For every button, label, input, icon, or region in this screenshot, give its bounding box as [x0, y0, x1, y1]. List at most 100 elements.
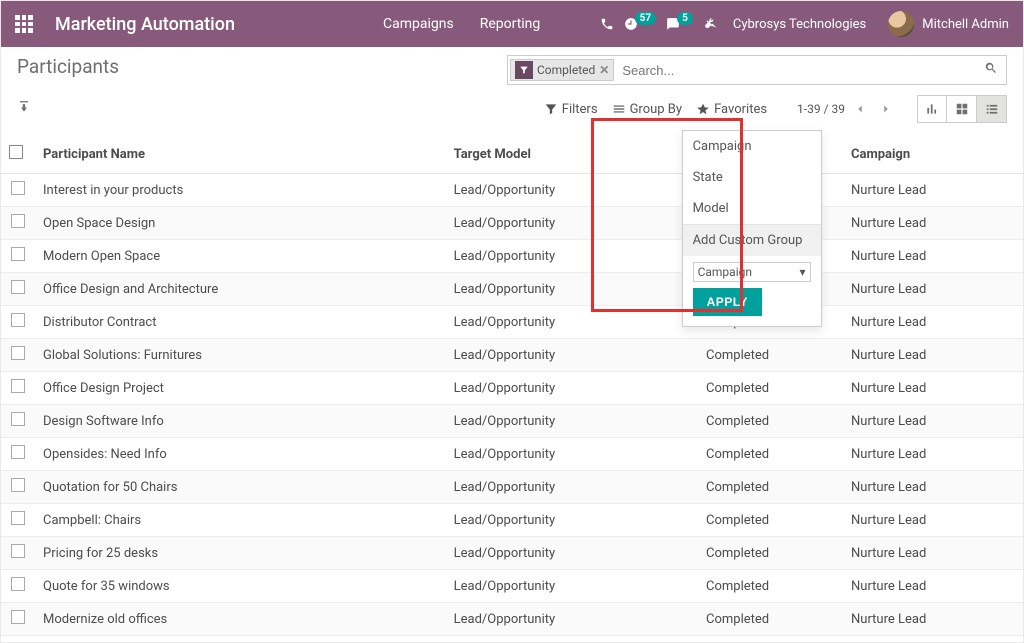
cell-target: Lead/Opportunity	[446, 174, 698, 207]
cell-status: Completed	[698, 372, 843, 405]
cell-status: Completed	[698, 636, 843, 643]
nav-reporting[interactable]: Reporting	[470, 10, 551, 38]
row-checkbox[interactable]	[11, 610, 25, 624]
table-row[interactable]: Pricing for 25 desksLead/OpportunityComp…	[1, 537, 1023, 570]
row-checkbox[interactable]	[11, 346, 25, 360]
pager-next[interactable]	[875, 98, 897, 120]
table-row[interactable]: Office Design and ArchitectureLead/Oppor…	[1, 273, 1023, 306]
col-header-campaign[interactable]: Campaign	[843, 135, 1023, 174]
cell-status: Completed	[698, 405, 843, 438]
cell-campaign: Nurture Lead	[843, 504, 1023, 537]
table-row[interactable]: Design Software InfoLead/OpportunityComp…	[1, 405, 1023, 438]
search-bar[interactable]: Completed ✕	[507, 55, 1007, 85]
table-row[interactable]: Quote for 35 windowsLead/OpportunityComp…	[1, 570, 1023, 603]
cell-target: Lead/Opportunity	[446, 504, 698, 537]
pager-prev[interactable]	[849, 98, 871, 120]
favorites-button[interactable]: Favorites	[696, 102, 767, 117]
cell-target: Lead/Opportunity	[446, 537, 698, 570]
row-checkbox[interactable]	[11, 445, 25, 459]
table-row[interactable]: Furnitures for new locationLead/Opportun…	[1, 636, 1023, 643]
user-menu[interactable]: Mitchell Admin	[882, 11, 1015, 37]
chip-remove[interactable]: ✕	[599, 63, 609, 77]
row-checkbox[interactable]	[11, 280, 25, 294]
apps-menu-button[interactable]	[1, 1, 47, 47]
star-icon	[696, 102, 710, 116]
messages-badge: 5	[677, 12, 693, 25]
row-checkbox[interactable]	[11, 577, 25, 591]
cell-name: Quote for 35 windows	[35, 570, 446, 603]
row-checkbox[interactable]	[11, 544, 25, 558]
nav-campaigns[interactable]: Campaigns	[373, 10, 464, 38]
messages-icon[interactable]: 5	[666, 17, 693, 31]
table-row[interactable]: Distributor ContractLead/OpportunityComp…	[1, 306, 1023, 339]
search-chip-completed[interactable]: Completed ✕	[510, 59, 614, 81]
table-row[interactable]: Global Solutions: FurnituresLead/Opportu…	[1, 339, 1023, 372]
row-checkbox[interactable]	[11, 214, 25, 228]
cell-campaign: Nurture Lead	[843, 603, 1023, 636]
table-row[interactable]: Modernize old officesLead/OpportunityCom…	[1, 603, 1023, 636]
caret-down-icon: ▾	[800, 265, 806, 279]
search-options: Filters Group By CampaignStateModelAdd C…	[544, 102, 767, 117]
cell-target: Lead/Opportunity	[446, 273, 698, 306]
table-row[interactable]: Quotation for 50 ChairsLead/OpportunityC…	[1, 471, 1023, 504]
row-checkbox[interactable]	[11, 247, 25, 261]
bar-chart-icon	[925, 102, 939, 116]
download-icon[interactable]	[17, 100, 31, 118]
cell-name: Open Space Design	[35, 207, 446, 240]
view-kanban[interactable]	[947, 95, 977, 123]
table-row[interactable]: Modern Open SpaceLead/OpportunityComplet…	[1, 240, 1023, 273]
cell-campaign: Nurture Lead	[843, 372, 1023, 405]
cell-campaign: Nurture Lead	[843, 240, 1023, 273]
filters-button[interactable]: Filters	[544, 102, 598, 117]
groupby-option[interactable]: State	[683, 162, 821, 193]
cell-status: Completed	[698, 537, 843, 570]
col-header-target[interactable]: Target Model	[446, 135, 698, 174]
table-row[interactable]: Opensides: Need InfoLead/OpportunityComp…	[1, 438, 1023, 471]
cell-name: Opensides: Need Info	[35, 438, 446, 471]
cell-name: Modernize old offices	[35, 603, 446, 636]
table-row[interactable]: Office Design ProjectLead/OpportunityCom…	[1, 372, 1023, 405]
cell-target: Lead/Opportunity	[446, 570, 698, 603]
phone-icon[interactable]	[600, 17, 614, 31]
select-all-checkbox[interactable]	[9, 145, 23, 159]
row-checkbox[interactable]	[11, 478, 25, 492]
view-list[interactable]	[977, 95, 1007, 123]
cell-name: Design Software Info	[35, 405, 446, 438]
cell-campaign: Nurture Lead	[843, 570, 1023, 603]
group-by-button[interactable]: Group By CampaignStateModelAdd Custom Gr…	[612, 102, 683, 117]
search-input[interactable]	[616, 63, 976, 78]
groupby-custom-select[interactable]: Campaign▾	[693, 262, 811, 282]
cell-target: Lead/Opportunity	[446, 240, 698, 273]
row-checkbox[interactable]	[11, 181, 25, 195]
pager-text[interactable]: 1-39 / 39	[797, 102, 845, 116]
participants-table: Participant Name Target Model Status Cam…	[1, 135, 1023, 642]
participants-table-wrap[interactable]: Participant Name Target Model Status Cam…	[1, 135, 1023, 642]
cell-campaign: Nurture Lead	[843, 537, 1023, 570]
activities-icon[interactable]: 57	[624, 17, 656, 31]
tools-icon[interactable]	[703, 17, 717, 31]
cell-campaign: Nurture Lead	[843, 174, 1023, 207]
search-submit[interactable]	[976, 61, 1006, 79]
cell-name: Distributor Contract	[35, 306, 446, 339]
col-header-name[interactable]: Participant Name	[35, 135, 446, 174]
cell-status: Completed	[698, 570, 843, 603]
groupby-option[interactable]: Campaign	[683, 131, 821, 162]
company-selector[interactable]: Cybrosys Technologies	[727, 17, 872, 32]
cell-target: Lead/Opportunity	[446, 372, 698, 405]
activities-badge: 57	[635, 12, 656, 25]
cell-status: Completed	[698, 339, 843, 372]
group-by-dropdown: CampaignStateModelAdd Custom GroupCampai…	[682, 130, 822, 327]
table-row[interactable]: Interest in your productsLead/Opportunit…	[1, 174, 1023, 207]
table-row[interactable]: Campbell: ChairsLead/OpportunityComplete…	[1, 504, 1023, 537]
row-checkbox[interactable]	[11, 511, 25, 525]
groupby-option[interactable]: Model	[683, 193, 821, 224]
cell-status: Completed	[698, 603, 843, 636]
app-brand[interactable]: Marketing Automation	[47, 14, 253, 35]
cell-name: Modern Open Space	[35, 240, 446, 273]
table-row[interactable]: Open Space DesignLead/OpportunityComplet…	[1, 207, 1023, 240]
row-checkbox[interactable]	[11, 379, 25, 393]
row-checkbox[interactable]	[11, 313, 25, 327]
groupby-apply-button[interactable]: APPLY	[693, 288, 762, 316]
view-graph[interactable]	[917, 95, 947, 123]
row-checkbox[interactable]	[11, 412, 25, 426]
